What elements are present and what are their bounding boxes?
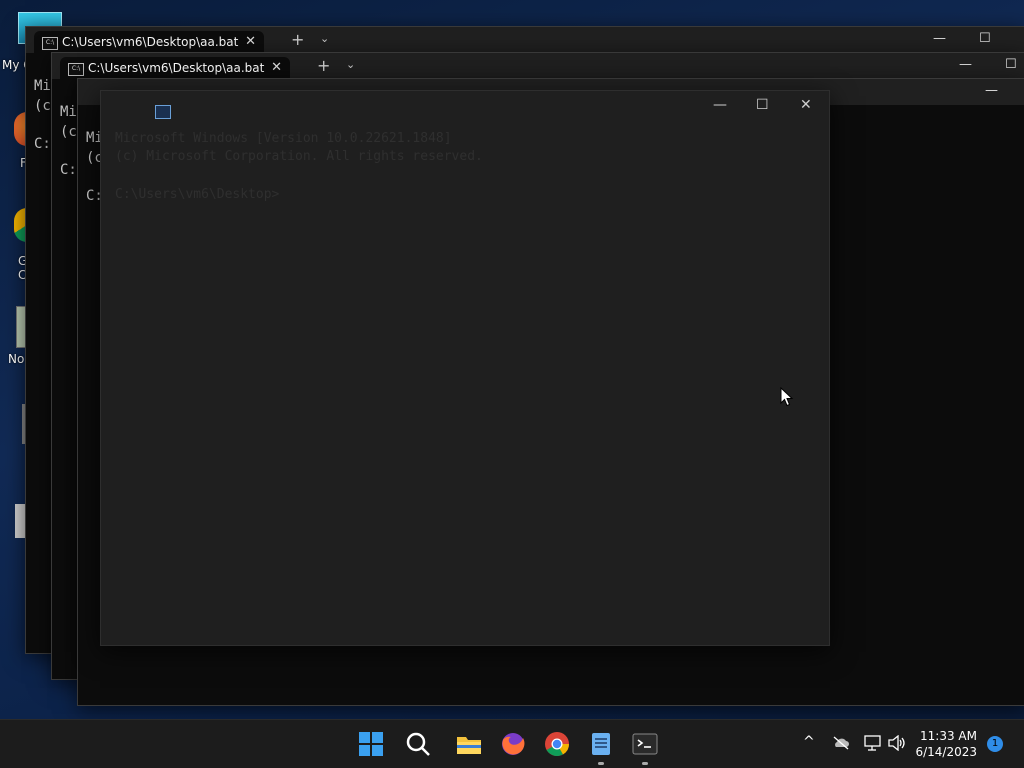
tab-dropdown-button[interactable]: ⌄ <box>346 58 355 71</box>
terminal-output-line: (c) Microsoft Corporation. All rights re… <box>115 149 483 164</box>
running-indicator <box>598 762 604 765</box>
terminal-output-line: Microsoft Windows [Version 10.0.22621.18… <box>115 131 452 146</box>
new-tab-button[interactable]: + <box>291 30 304 49</box>
terminal-prompt: C: <box>60 162 77 178</box>
terminal-icon[interactable] <box>631 730 659 758</box>
new-tab-button[interactable]: + <box>317 56 330 75</box>
terminal-output-line: (c <box>34 98 51 114</box>
terminal-prompt: C: <box>34 136 51 152</box>
minimize-button[interactable]: — <box>985 83 998 98</box>
maximize-button[interactable]: ☐ <box>1005 57 1017 72</box>
maximize-button[interactable]: ☐ <box>756 97 769 113</box>
network-icon[interactable] <box>864 735 882 751</box>
maximize-button[interactable]: ☐ <box>979 31 991 46</box>
minimize-button[interactable]: — <box>713 97 727 113</box>
file-explorer-icon[interactable] <box>455 730 483 758</box>
app-icon <box>155 105 171 119</box>
system-clock[interactable]: 11:33 AM 6/14/2023 <box>915 728 977 760</box>
cmd-icon: C:\ <box>68 63 84 76</box>
notepad-icon[interactable] <box>587 730 615 758</box>
tab-bar: C:\ C:\Users\vm6\Desktop\aa.bat ✕ + ⌄ — … <box>52 53 1024 79</box>
unresponsive-terminal-window[interactable]: — ☐ ✕ Microsoft Windows [Version 10.0.22… <box>100 90 830 646</box>
volume-icon[interactable] <box>888 735 906 751</box>
chrome-icon[interactable] <box>543 730 571 758</box>
cmd-icon: C:\ <box>42 37 58 50</box>
close-button[interactable]: ✕ <box>800 97 812 113</box>
tab-title: C:\Users\vm6\Desktop\aa.bat <box>88 61 265 75</box>
terminal-output-line: (c <box>60 124 77 140</box>
terminal-prompt: C:\Users\vm6\Desktop> <box>115 187 280 202</box>
search-icon[interactable] <box>404 730 432 758</box>
terminal-tab[interactable]: C:\ C:\Users\vm6\Desktop\aa.bat ✕ <box>60 57 290 79</box>
notification-badge[interactable]: 1 <box>987 736 1003 752</box>
running-indicator <box>642 762 648 765</box>
clock-date: 6/14/2023 <box>915 745 977 759</box>
minimize-button[interactable]: — <box>959 57 972 72</box>
desktop-icon-label: No <box>8 352 25 366</box>
start-icon[interactable] <box>357 730 385 758</box>
desktop-icon-partial[interactable] <box>15 504 25 538</box>
tab-bar: C:\ C:\Users\vm6\Desktop\aa.bat ✕ + ⌄ — … <box>26 27 1024 53</box>
clock-time: 11:33 AM <box>920 729 977 743</box>
tab-close-icon[interactable]: ✕ <box>271 57 282 79</box>
mouse-cursor-icon <box>780 387 794 407</box>
taskbar: ^ 11:33 AM 6/14/2023 1 <box>0 719 1024 768</box>
show-hidden-icons-button[interactable]: ^ <box>803 734 815 750</box>
tab-dropdown-button[interactable]: ⌄ <box>320 32 329 45</box>
onedrive-offline-icon[interactable] <box>832 736 850 750</box>
terminal-tab[interactable]: C:\ C:\Users\vm6\Desktop\aa.bat ✕ <box>34 31 264 53</box>
tab-close-icon[interactable]: ✕ <box>245 31 256 53</box>
tab-title: C:\Users\vm6\Desktop\aa.bat <box>62 35 239 49</box>
firefox-icon[interactable] <box>499 730 527 758</box>
minimize-button[interactable]: — <box>933 31 946 46</box>
